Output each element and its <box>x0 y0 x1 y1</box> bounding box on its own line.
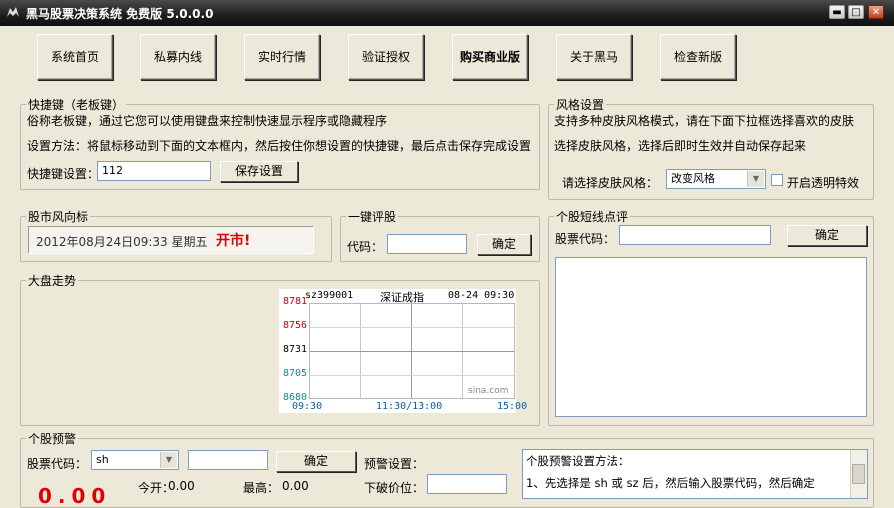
chart-symbol: sz399001 <box>305 290 354 301</box>
save-shortcut-button[interactable]: 保存设置 <box>220 161 298 182</box>
nav-verify-license-button[interactable]: 验证授权 <box>348 34 424 80</box>
shortcut-input[interactable]: 112 <box>97 161 211 181</box>
chart-datetime: 08-24 09:30 <box>448 290 515 301</box>
index-chart: sz399001 深证成指 08-24 09:30 sina.com 8781 8… <box>279 289 527 413</box>
alert-help-textarea[interactable]: 个股预警设置方法： 1、先选择是 sh 或 sz 后，然后输入股票代码，然后确定 <box>522 449 868 499</box>
break-price-input[interactable] <box>427 474 507 494</box>
stock-comment-confirm-button[interactable]: 确定 <box>787 225 867 246</box>
quick-rate-confirm-button[interactable]: 确定 <box>477 234 531 255</box>
stock-alert-code-label: 股票代码： <box>27 457 88 471</box>
quick-rate-code-input[interactable] <box>387 234 467 254</box>
quick-rate-code-label: 代码： <box>347 240 384 254</box>
chart-y-tick: 8756 <box>283 319 308 331</box>
skin-select-label: 请选择皮肤风格： <box>562 176 659 190</box>
nav-realtime-quotes-button[interactable]: 实时行情 <box>244 34 320 80</box>
nav-buy-commercial-button[interactable]: 购买商业版 <box>452 34 528 80</box>
current-price-display: 0.00 <box>38 484 112 508</box>
break-price-label: 下破价位： <box>364 481 425 495</box>
stock-alert-code-input[interactable] <box>188 450 268 470</box>
app-logo-icon <box>7 7 19 17</box>
chart-gridline-mid <box>310 351 514 352</box>
high-value: 0.00 <box>282 479 309 493</box>
today-open-value: 0.00 <box>168 479 195 493</box>
alert-help-title: 个股预警设置方法： <box>526 454 630 468</box>
chart-plot-area: sina.com <box>309 303 515 399</box>
nav-private-insider-button[interactable]: 私募内线 <box>140 34 216 80</box>
quick-rate-legend: 一键评股 <box>346 208 399 225</box>
window-title: 黑马股票决策系统 免费版 5.0.0.0 <box>26 7 214 21</box>
scrollbar-thumb[interactable] <box>852 464 865 484</box>
title-bar[interactable]: 黑马股票决策系统 免费版 5.0.0.0 ▬ □ ✕ <box>0 0 894 26</box>
stock-comment-result[interactable] <box>555 257 867 417</box>
close-button[interactable]: ✕ <box>868 5 884 19</box>
nav-about-button[interactable]: 关于黑马 <box>556 34 632 80</box>
alert-setting-label: 预警设置： <box>364 457 425 471</box>
chart-watermark: sina.com <box>468 386 509 396</box>
chevron-down-icon[interactable]: ▼ <box>747 171 764 187</box>
maximize-button[interactable]: □ <box>848 5 864 19</box>
skin-group-legend: 风格设置 <box>554 96 607 113</box>
chart-x-tick: 15:00 <box>497 401 528 412</box>
chart-gridline <box>310 375 514 376</box>
chart-x-tick: 11:30/13:00 <box>376 401 443 412</box>
chart-gridline <box>310 327 514 328</box>
stock-comment-legend: 个股短线点评 <box>554 208 631 225</box>
market-signal: 开市! <box>216 233 251 249</box>
shortcut-description: 俗称老板键，通过它您可以使用键盘来控制快速显示程序或隐藏程序 <box>27 114 388 128</box>
market-trend-legend: 大盘走势 <box>26 272 79 289</box>
stock-alert-market-value: sh <box>96 453 109 466</box>
help-scrollbar[interactable] <box>850 450 867 498</box>
stock-comment-code-input[interactable] <box>619 225 771 245</box>
alert-help-step1: 1、先选择是 sh 或 sz 后，然后输入股票代码，然后确定 <box>526 476 815 490</box>
chart-y-tick: 8705 <box>283 368 308 380</box>
chart-y-tick: 8781 <box>283 296 308 307</box>
stock-alert-confirm-button[interactable]: 确定 <box>276 451 356 472</box>
skin-instructions: 选择皮肤风格，选择后即时生效并自动保存起来 <box>554 139 807 153</box>
chart-x-tick: 09:30 <box>292 401 323 412</box>
shortcut-field-label: 快捷键设置： <box>27 167 100 181</box>
market-wind-legend: 股市风向标 <box>26 208 91 225</box>
stock-alert-market-select[interactable]: sh ▼ <box>91 450 179 470</box>
nav-home-button[interactable]: 系统首页 <box>37 34 113 80</box>
transparency-checkbox[interactable] <box>771 174 783 186</box>
chart-y-tick: 8731 <box>283 343 308 355</box>
skin-select-value: 改变风格 <box>671 172 715 185</box>
stock-comment-code-label: 股票代码： <box>555 232 616 246</box>
market-datetime: 2012年08月24日09:33 星期五 <box>36 235 208 249</box>
chevron-down-icon[interactable]: ▼ <box>160 452 177 468</box>
high-label: 最高： <box>243 481 280 495</box>
skin-description: 支持多种皮肤风格模式，请在下面下拉框选择喜欢的皮肤 <box>554 114 855 128</box>
nav-check-update-button[interactable]: 检查新版 <box>660 34 736 80</box>
shortcut-instructions: 设置方法：将鼠标移动到下面的文本框内，然后按住你想设置的快捷键，最后点击保存完成… <box>27 139 532 153</box>
minimize-button[interactable]: ▬ <box>829 5 845 19</box>
transparency-checkbox-label: 开启透明特效 <box>787 176 860 190</box>
stock-alert-legend: 个股预警 <box>26 430 79 447</box>
shortcut-group-legend: 快捷键（老板键） <box>26 96 127 113</box>
skin-select[interactable]: 改变风格 ▼ <box>666 169 766 189</box>
